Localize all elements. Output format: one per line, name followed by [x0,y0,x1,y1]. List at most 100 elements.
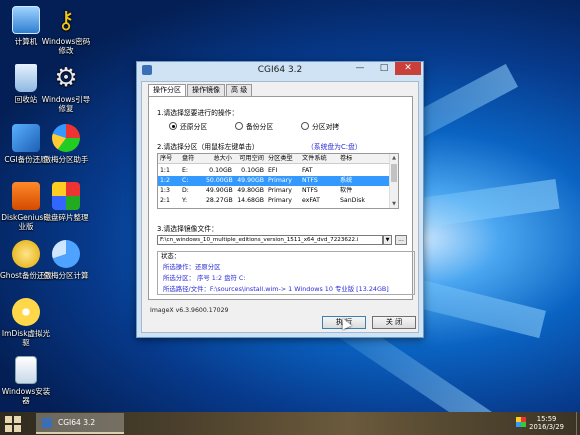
desktop-icon-defrag[interactable]: 磁盘碎片整理 [40,182,92,222]
table-cell: EFI [268,167,278,174]
cgi-window: CGI64 3.2 — □ ✕ 操作分区 操作镜像 高 级 1.请选择您要进行的… [136,61,424,338]
close-window-button[interactable]: ✕ [395,62,421,75]
taskbar: CGI64 3.2 15:59 2016/3/29 [0,412,580,435]
table-cell: Primary [268,187,292,194]
table-cell: Primary [268,197,292,204]
desktop-icon-label: Windows引导修复 [41,95,91,113]
table-cell: SanDisk [340,197,365,204]
column-header[interactable]: 总大小 [204,154,234,163]
desktop-icon-password[interactable]: ⚷ Windows密码修改 [40,6,92,55]
radio-clone[interactable]: 分区对拷 [301,121,339,131]
tray-network-icon[interactable] [516,417,526,427]
tab-strip: 操作分区 操作镜像 高 级 [148,84,253,97]
taskbar-item-label: CGI64 3.2 [58,418,96,427]
desktop-icon-partition-calc[interactable]: 傲梅分区计算 [40,240,92,280]
title-bar[interactable]: CGI64 3.2 — □ ✕ [137,62,423,79]
table-cell: 49.80GB [237,187,264,194]
desktop-icon-label: ImDisk虚拟光驱 [1,329,51,347]
taskbar-item-cgi[interactable]: CGI64 3.2 [36,413,124,434]
table-cell: 1:2 [160,177,170,184]
tab-image[interactable]: 操作镜像 [187,84,225,96]
chevron-down-icon[interactable]: ▼ [383,235,392,245]
section2-label: 2.请选择分区（用鼠标左键单击） [157,143,259,151]
clock-date: 2016/3/29 [529,423,564,431]
desktop-icon-partition-assistant[interactable]: 傲梅分区助手 [40,124,92,164]
column-header[interactable]: 序号 [158,154,180,163]
column-header[interactable]: 卷标 [338,154,382,163]
radio-restore[interactable]: 还原分区 [169,121,207,131]
gear-icon: ⚙ [54,63,78,93]
section3-label: 3.请选择镜像文件： [157,225,218,233]
status-group: 状态： 所选操作：还原分区 所选分区： 序号 1:2 盘符 C: 所选路径/文件… [157,251,415,295]
table-cell: FAT [302,167,313,174]
table-cell: Y: [182,197,188,204]
table-cell: D: [182,187,189,194]
taskbar-clock[interactable]: 15:59 2016/3/29 [529,415,564,431]
table-row-selected[interactable]: 1:2 C: 50.00GB 49.90GB Primary NTFS 系统 [158,176,392,186]
table-cell: 28.27GB [206,197,233,204]
column-header[interactable]: 盘符 [180,154,204,163]
table-cell: 14.68GB [237,197,264,204]
column-header[interactable]: 文件系统 [300,154,338,163]
table-cell: 系统 [340,177,353,184]
radio-label: 备份分区 [246,123,274,131]
table-row[interactable]: 1:1 E: 0.10GB 0.10GB EFI FAT [158,166,392,176]
browse-button[interactable]: ... [395,235,407,245]
scroll-down-arrow-icon[interactable]: ▼ [390,200,398,208]
scroll-thumb[interactable] [391,164,397,182]
table-cell: C: [182,177,189,184]
table-cell [338,166,382,176]
cgi-icon [42,418,52,428]
desktop-icon-label: 磁盘碎片整理 [43,213,89,222]
radio-dot [169,122,177,130]
desktop-icon-boot-repair[interactable]: ⚙ Windows引导修复 [40,64,92,113]
column-header[interactable]: 分区类型 [266,154,300,163]
image-path-combobox[interactable]: F:\cn_windows_10_multiple_editions_versi… [157,235,383,245]
table-cell: 1:1 [160,167,170,174]
ghost-icon [12,240,40,268]
table-header: 序号 盘符 总大小 可用空间 分区类型 文件系统 卷标 [158,154,392,164]
windows-logo-icon [14,425,21,432]
table-row[interactable]: 1:3 D: 49.90GB 49.80GB Primary NTFS 软件 [158,186,392,196]
table-cell: Primary [268,177,292,184]
window-client: 操作分区 操作镜像 高 级 1.请选择您要进行的操作： 还原分区 备份分区 分区… [141,81,419,333]
table-cell: 软件 [340,187,353,194]
maximize-button[interactable]: □ [373,62,395,75]
radio-backup[interactable]: 备份分区 [235,121,273,131]
table-cell: 0.10GB [241,167,264,174]
table-row[interactable]: 2:1 Y: 28.27GB 14.68GB Primary exFAT San… [158,196,392,206]
defrag-icon [52,182,80,210]
partition-assistant-icon [52,124,80,152]
start-button[interactable] [4,415,22,432]
table-cell: 1:3 [160,187,170,194]
installer-icon [15,356,37,384]
table-cell: NTFS [302,187,318,194]
status-label: 状态： [161,252,181,260]
system-disk-note: （系统盘为C:盘） [307,143,362,151]
status-partition: 所选分区： 序号 1:2 盘符 C: [163,274,246,282]
desktop-icon-installer[interactable]: Windows安装器 [0,356,52,405]
status-operation: 所选操作：还原分区 [163,263,221,271]
section1-label: 1.请选择您要进行的操作： [157,109,239,117]
column-header[interactable]: 可用空间 [234,154,266,163]
close-button[interactable]: 关 闭 [372,316,416,329]
desktop-icon-label: 傲梅分区计算 [43,271,89,280]
desktop-icon-label: Windows密码修改 [41,37,91,55]
table-cell: 49.90GB [206,187,233,194]
imagex-version: ImageX v6.3.9600.17029 [150,307,229,314]
desktop-icon-imdisk[interactable]: ImDisk虚拟光驱 [0,298,52,347]
computer-icon [12,6,40,34]
tab-advanced[interactable]: 高 级 [226,84,253,96]
windows-logo-icon [5,416,12,423]
cgi-icon [12,124,40,152]
scroll-up-arrow-icon[interactable]: ▲ [390,154,398,162]
radio-dot [301,122,309,130]
radio-dot [235,122,243,130]
pie-icon [52,240,80,268]
windows-logo-icon [14,416,21,423]
table-cell: 49.90GB [237,177,264,184]
minimize-button[interactable]: — [349,62,371,75]
show-desktop-button[interactable] [576,412,580,435]
clock-time: 15:59 [536,415,557,423]
table-scrollbar[interactable]: ▲ ▼ [389,154,398,208]
